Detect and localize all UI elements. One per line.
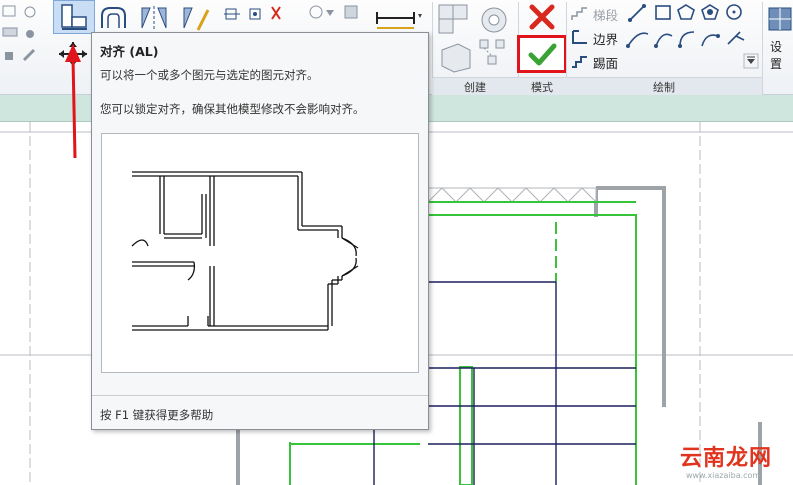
finish-edit-mode-button[interactable]: [517, 35, 567, 73]
tooltip-illustration: [101, 133, 419, 373]
stair-run-icon[interactable]: [570, 4, 590, 22]
small-tools-icon[interactable]: [0, 2, 48, 72]
lightbulb-icon[interactable]: [306, 2, 342, 26]
annotation-red-arrow: [65, 44, 81, 159]
create-component-icon[interactable]: [476, 2, 512, 38]
tooltip-description: 可以将一个或多个图元与选定的图元对齐。: [100, 68, 319, 82]
separator: [762, 2, 763, 94]
landing-hatch: [427, 187, 597, 203]
measure-icon[interactable]: [374, 4, 424, 32]
check-icon: [528, 43, 557, 66]
create-assembly-icon[interactable]: [476, 36, 512, 72]
settings-label[interactable]: 设置: [770, 38, 793, 72]
align-button[interactable]: [53, 0, 95, 34]
boundary-icon[interactable]: [570, 28, 590, 46]
tooltip-title: 对齐 (AL): [100, 44, 159, 59]
tool-label-boundary[interactable]: 边界: [593, 29, 618, 48]
revit-window: 创建 模式 梯段 边界 踢面 绘制 设置 对齐 (AL) 可以将一个或多个图元与…: [0, 0, 793, 485]
watermark: 云南龙网: [680, 446, 773, 471]
paint-icon[interactable]: [342, 2, 368, 26]
panel-title-draw: 绘制: [566, 77, 762, 95]
settings-icon[interactable]: [766, 4, 793, 34]
watermark-url: www.xiazaiba.com: [686, 471, 761, 480]
cancel-edit-mode-button[interactable]: [527, 3, 557, 31]
mirror-draw-icon[interactable]: [180, 4, 212, 32]
tooltip-separator: [92, 395, 428, 396]
tool-label-run[interactable]: 梯段: [593, 5, 618, 24]
draw-shapes-icon[interactable]: [624, 2, 764, 74]
align-icon: [61, 4, 87, 30]
riser-icon[interactable]: [570, 52, 590, 70]
panel-title-create: 创建: [432, 77, 518, 95]
tooltip-help-text: 按 F1 键获得更多帮助: [100, 408, 214, 422]
tooltip-description-lock: 您可以锁定对齐，确保其他模型修改不会影响对齐。: [100, 102, 365, 116]
create-group-icon[interactable]: [436, 2, 472, 38]
floorplan-illustration-icon: [131, 171, 359, 331]
offset-icon[interactable]: [99, 4, 131, 32]
split-icon[interactable]: [224, 4, 284, 30]
align-tooltip: 对齐 (AL) 可以将一个或多个图元与选定的图元对齐。 您可以锁定对齐，确保其他…: [91, 32, 429, 430]
create-part-icon[interactable]: [438, 40, 474, 74]
mirror-pick-icon[interactable]: [138, 4, 170, 32]
tool-label-riser[interactable]: 踢面: [593, 53, 618, 72]
panel-title-mode: 模式: [518, 77, 566, 95]
